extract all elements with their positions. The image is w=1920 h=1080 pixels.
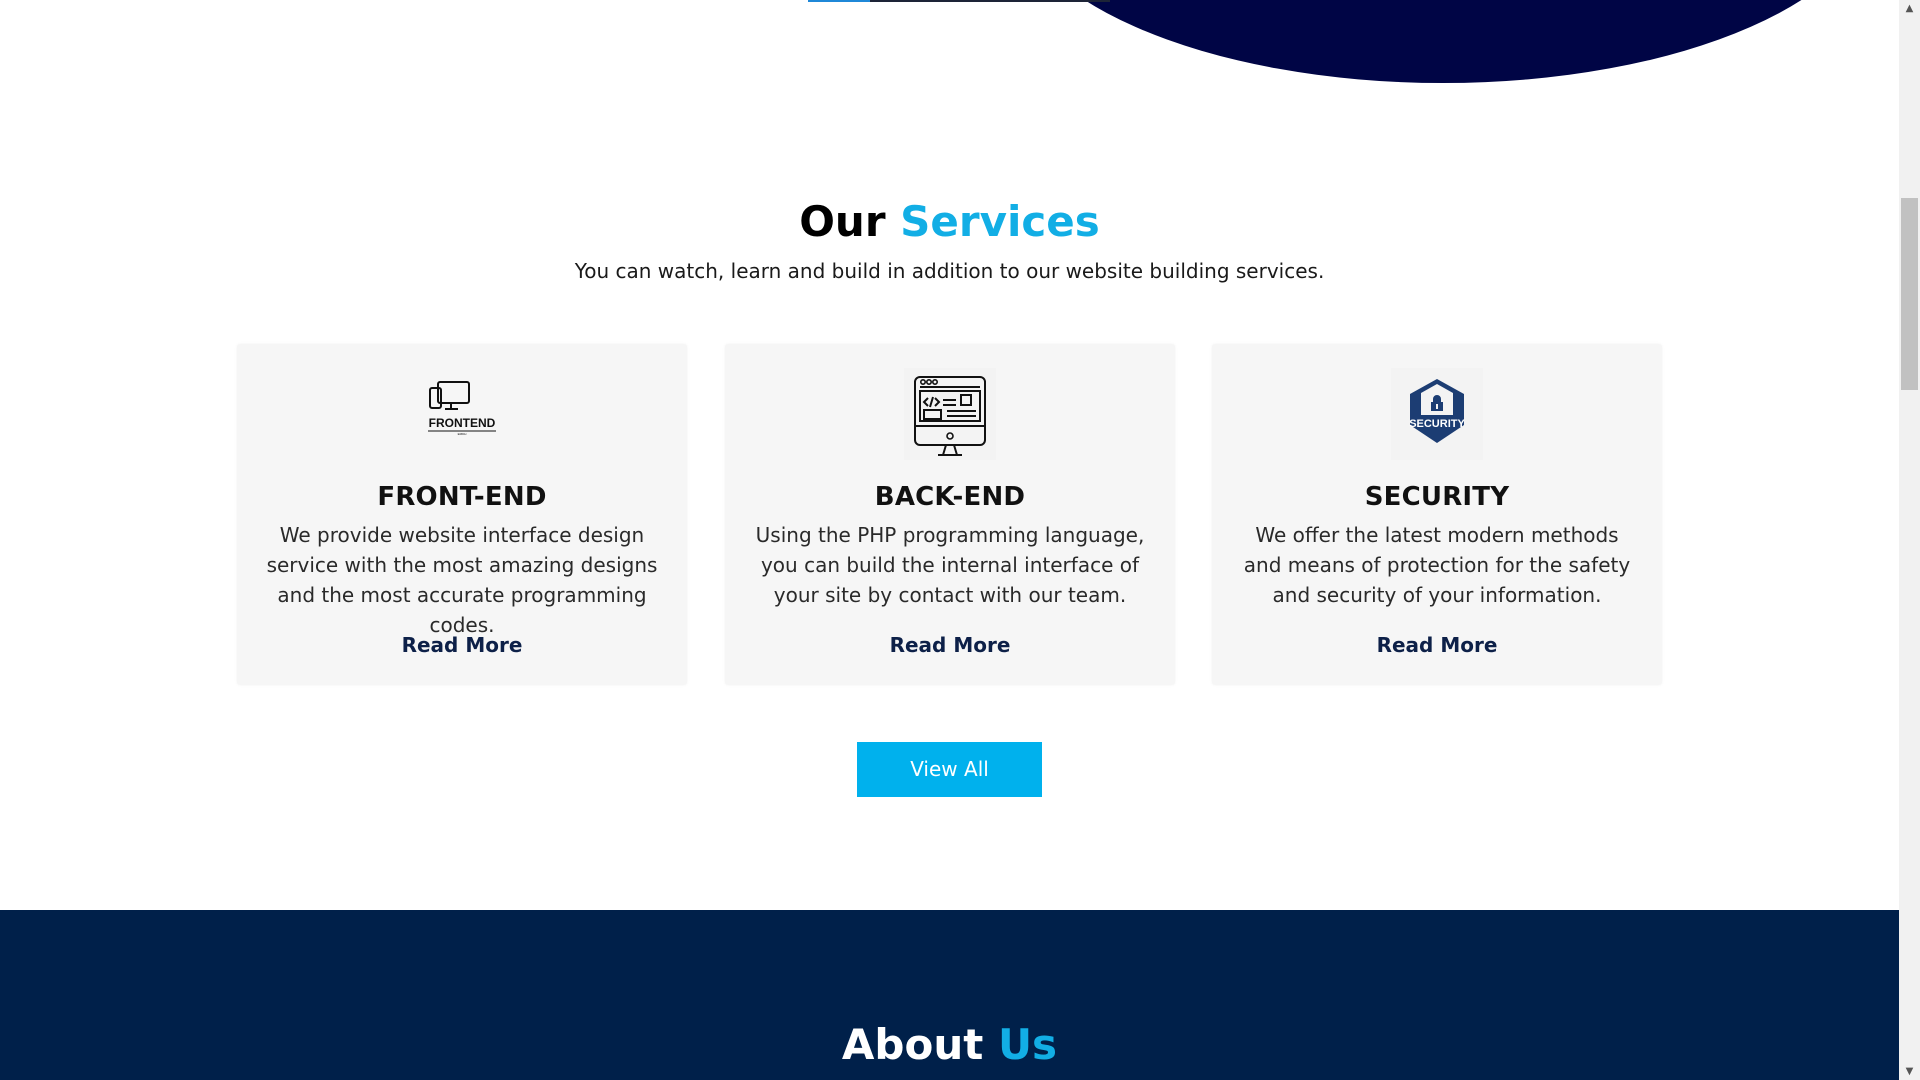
services-title: Our Services (0, 194, 1899, 250)
services-section: Our Services You can watch, learn and bu… (0, 0, 1899, 910)
about-title-prefix: About (841, 1020, 984, 1069)
about-title: About Us (0, 1017, 1899, 1073)
service-card-description: Using the PHP programming language, you … (755, 523, 1145, 607)
service-card-title: BACK-END (874, 482, 1026, 512)
service-card-title: SECURITY (1364, 482, 1510, 512)
service-card-description: We provide website interface design serv… (266, 523, 658, 637)
backend-monitor-code-icon (904, 368, 996, 460)
read-more-link[interactable]: Read More (362, 630, 562, 660)
about-title-accent: Us (997, 1020, 1058, 1069)
service-card-back-end: BACK-END Using the PHP programming langu… (725, 344, 1175, 685)
services-title-accent: Services (900, 197, 1100, 246)
service-card-description: We offer the latest modern methods and m… (1243, 523, 1631, 607)
page: Our Services You can watch, learn and bu… (0, 0, 1899, 1080)
about-section: About Us (0, 910, 1899, 1080)
read-more-link[interactable]: Read More (850, 630, 1050, 660)
services-subtitle: You can watch, learn and build in additi… (574, 259, 1325, 283)
scrollbar[interactable]: ▲ ▼ (1899, 0, 1920, 1080)
security-shield-lock-icon: SECURITY (1391, 368, 1483, 460)
read-more-link[interactable]: Read More (1337, 630, 1537, 660)
services-title-prefix: Our (799, 197, 886, 246)
svg-text:SECURITY: SECURITY (1409, 418, 1465, 430)
service-card-title: FRONT-END (377, 482, 547, 512)
svg-text:EMDH: EMDH (458, 432, 467, 436)
scroll-up-arrow-icon[interactable]: ▲ (1899, 0, 1920, 17)
scroll-down-arrow-icon[interactable]: ▼ (1899, 1063, 1920, 1080)
frontend-devices-icon: FRONTEND EMDH (416, 368, 508, 460)
service-card-security: SECURITY SECURITY We offer the latest mo… (1212, 344, 1662, 685)
svg-text:FRONTEND: FRONTEND (429, 416, 496, 430)
scrollbar-thumb[interactable] (1901, 198, 1918, 390)
service-card-front-end: FRONTEND EMDH FRONT-END We provide websi… (237, 344, 687, 685)
view-all-button[interactable]: View All (857, 742, 1042, 797)
